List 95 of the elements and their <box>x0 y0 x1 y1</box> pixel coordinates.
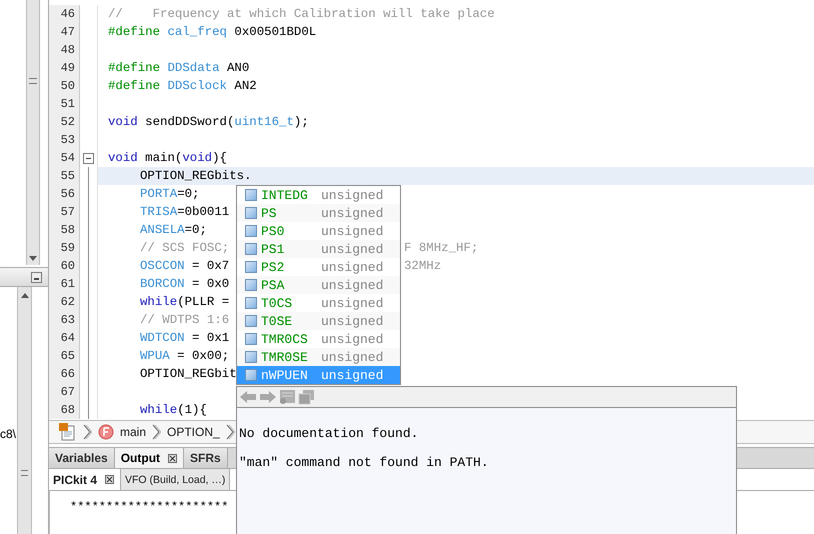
code-line: // WDTPS 1:6 <box>140 313 230 327</box>
completion-item[interactable]: PSA unsigned <box>237 276 400 294</box>
page-icon[interactable] <box>279 389 296 405</box>
code-line: OPTION_REGbit <box>140 367 237 381</box>
code-line: while(PLLR = <box>140 295 230 309</box>
pages-icon[interactable] <box>298 389 315 405</box>
close-icon[interactable] <box>168 454 178 462</box>
field-icon <box>245 351 257 363</box>
documentation-text: "man" command not found in PATH. <box>239 455 490 470</box>
field-icon <box>245 279 257 291</box>
chevron-icon <box>152 424 162 440</box>
field-icon <box>245 207 257 219</box>
field-icon <box>245 315 257 327</box>
minimize-icon[interactable] <box>31 272 42 282</box>
line-number: 60 <box>49 257 80 275</box>
path-text: c8\ <box>0 427 16 441</box>
line-number: 46 <box>49 5 80 23</box>
code-line: OSCCON = 0x7 <box>140 259 230 273</box>
line-number: 48 <box>49 41 80 59</box>
line-number: 56 <box>49 185 80 203</box>
line-number: 67 <box>49 383 80 401</box>
grip-icon <box>29 78 37 84</box>
field-icon <box>245 243 257 255</box>
up-arrow-icon[interactable] <box>20 293 28 298</box>
code-line: WPUA = 0x00; <box>140 349 230 363</box>
output-text: ********************** <box>70 500 228 514</box>
completion-item[interactable]: PS unsigned <box>237 204 400 222</box>
completion-item[interactable]: T0SE unsigned <box>237 312 400 330</box>
line-number: 47 <box>49 23 80 41</box>
line-number: 51 <box>49 95 80 113</box>
field-icon <box>245 225 257 237</box>
chevron-icon <box>226 424 235 440</box>
code-line: OPTION_REGbits. <box>140 169 252 183</box>
completion-item[interactable]: PS0 unsigned <box>237 222 400 240</box>
code-line: WDTCON = 0x1 <box>140 331 230 345</box>
collapse-icon[interactable] <box>83 152 94 164</box>
field-icon <box>245 189 257 201</box>
close-icon[interactable] <box>105 475 114 484</box>
completion-item[interactable]: T0CS unsigned <box>237 294 400 312</box>
code-line: #define cal_freq 0x00501BD0L <box>108 25 316 39</box>
line-number: 68 <box>49 401 80 419</box>
function-icon <box>98 424 114 440</box>
line-number: 58 <box>49 221 80 239</box>
breadcrumb-item[interactable]: main <box>120 425 146 439</box>
code-line: void main(void){ <box>108 151 227 165</box>
line-number: 57 <box>49 203 80 221</box>
field-icon <box>245 333 257 345</box>
line-number: 54 <box>49 149 80 167</box>
line-number: 65 <box>49 347 80 365</box>
field-icon <box>245 261 257 273</box>
c-file-icon[interactable] <box>59 423 77 441</box>
panel-tab[interactable]: Variables <box>49 448 115 468</box>
completion-item[interactable]: PS1 unsigned <box>237 240 400 258</box>
line-number: 63 <box>49 311 80 329</box>
completion-item[interactable]: TMR0CS unsigned <box>237 330 400 348</box>
line-number: 64 <box>49 329 80 347</box>
line-number: 52 <box>49 113 80 131</box>
documentation-text: No documentation found. <box>239 426 420 441</box>
field-icon <box>245 297 257 309</box>
panel-tab[interactable]: SFRs <box>184 448 228 468</box>
code-line: #define DDSdata AN0 <box>108 61 250 75</box>
breadcrumb-item[interactable]: OPTION_ <box>167 425 220 439</box>
code-line: ANSELA=0; <box>140 223 207 237</box>
completion-item[interactable]: nWPUEN unsigned <box>237 366 400 384</box>
code-line: BORCON = 0x0 <box>140 277 230 291</box>
code-line: void sendDDSword(uint16_t); <box>108 115 309 129</box>
code-line: while(1){ <box>140 403 207 417</box>
line-number: 62 <box>49 293 80 311</box>
down-arrow-icon[interactable] <box>29 256 37 261</box>
console-tab[interactable]: VFO (Build, Load, …) <box>121 469 230 490</box>
code-fragment: 32MHz <box>404 258 442 275</box>
line-number: 61 <box>49 275 80 293</box>
field-icon <box>245 369 257 381</box>
code-line: // Frequency at which Calibration will take place <box>108 7 495 21</box>
back-arrow-icon[interactable] <box>239 389 257 405</box>
line-number: 66 <box>49 365 80 383</box>
completion-item[interactable]: TMR0SE unsigned <box>237 348 400 366</box>
grip-icon <box>21 470 28 476</box>
scrollbar[interactable] <box>26 0 40 265</box>
line-number: 53 <box>49 131 80 149</box>
code-line: PORTA=0; <box>140 187 200 201</box>
code-line: #define DDSclock AN2 <box>108 79 257 93</box>
code-line: // SCS FOSC; <box>140 241 230 255</box>
line-number: 50 <box>49 77 80 95</box>
line-number: 55 <box>49 167 80 185</box>
scrollbar[interactable] <box>17 287 32 534</box>
completion-item[interactable]: INTEDG unsigned <box>237 186 400 204</box>
forward-arrow-icon[interactable] <box>259 389 277 405</box>
chevron-icon <box>83 424 92 440</box>
completion-item[interactable]: PS2 unsigned <box>237 258 400 276</box>
code-fragment: F 8MHz_HF; <box>404 240 478 257</box>
line-number: 49 <box>49 59 80 77</box>
code-line: TRISA=0b0011 <box>140 205 230 219</box>
line-number: 59 <box>49 239 80 257</box>
panel-tab[interactable]: Output <box>114 448 184 468</box>
